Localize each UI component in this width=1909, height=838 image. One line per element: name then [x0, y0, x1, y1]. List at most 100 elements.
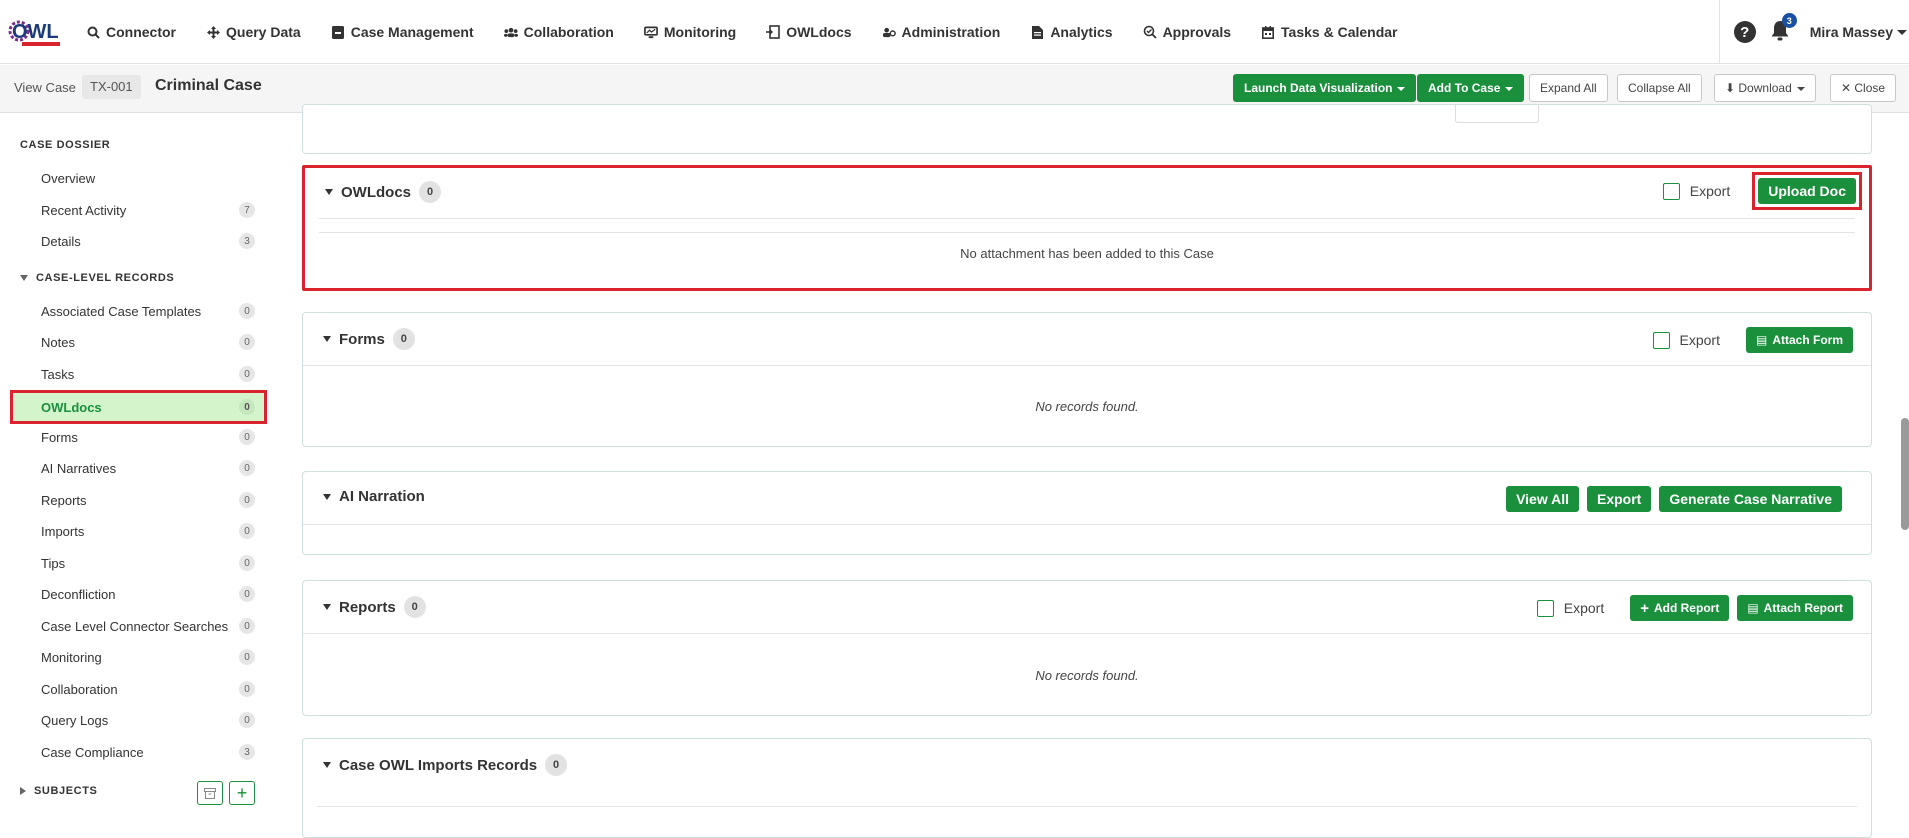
count-badge: 0	[239, 366, 255, 382]
nav-query-data[interactable]: Query Data	[206, 24, 301, 40]
download-icon: ⬇	[1725, 81, 1739, 95]
add-to-case-button[interactable]: Add To Case	[1417, 74, 1525, 102]
attach-form-button[interactable]: ▤ Attach Form	[1745, 327, 1853, 353]
owldocs-actions: Export Upload Doc	[1662, 172, 1862, 210]
case-sidebar: CASE DOSSIER Overview Recent Activity 7 D…	[0, 114, 280, 823]
divider	[319, 218, 1855, 219]
imports-panel: Case OWL Imports Records 0	[302, 738, 1872, 838]
sidebar-item-collaboration[interactable]: Collaboration 0	[10, 674, 267, 704]
owl-logo[interactable]: OWL	[8, 14, 64, 52]
view-all-button[interactable]: View All	[1506, 486, 1579, 512]
sidebar-item-label: Reports	[41, 492, 87, 508]
nav-analytics[interactable]: Analytics	[1030, 24, 1113, 40]
sidebar-item-query-logs[interactable]: Query Logs 0	[10, 705, 267, 735]
sidebar-item-notes[interactable]: Notes 0	[10, 327, 267, 357]
user-menu[interactable]: Mira Massey	[1810, 24, 1893, 40]
monitor-icon	[643, 25, 658, 39]
owldocs-empty-message: No attachment has been added to this Cas…	[960, 246, 1214, 261]
sidebar-item-label: Forms	[41, 429, 78, 445]
collapse-all-button[interactable]: Collapse All	[1617, 74, 1702, 102]
nav-tasks-calendar[interactable]: Tasks & Calendar	[1261, 24, 1398, 40]
nav-administration[interactable]: Administration	[882, 24, 1001, 40]
nav-monitoring[interactable]: Monitoring	[643, 24, 736, 40]
chevron-down-icon	[1397, 86, 1406, 91]
count-badge: 0	[239, 523, 255, 539]
button-label: Add Report	[1653, 601, 1720, 615]
sidebar-item-label: Case Compliance	[41, 744, 144, 760]
bell-icon[interactable]: 3	[1770, 13, 1797, 44]
generate-case-narrative-button[interactable]: Generate Case Narrative	[1659, 486, 1842, 512]
ai-narration-panel-header[interactable]: AI Narration	[323, 488, 425, 505]
nav-label: Administration	[901, 24, 1001, 40]
case-icon	[331, 25, 345, 39]
sidebar-item-label: Imports	[41, 523, 85, 539]
subjects-heading[interactable]: SUBJECTS	[20, 785, 97, 797]
divider	[1718, 0, 1720, 64]
nav-owldocs[interactable]: OWLdocs	[766, 24, 852, 40]
nav-collaboration[interactable]: Collaboration	[503, 24, 614, 40]
nav-label: Case Management	[350, 24, 474, 40]
sidebar-item-details[interactable]: Details 3	[10, 226, 267, 256]
nav-approvals[interactable]: Approvals	[1143, 24, 1231, 40]
upload-doc-button[interactable]: Upload Doc	[1758, 178, 1856, 204]
close-button[interactable]: ✕ Close	[1830, 74, 1897, 102]
launch-data-visualization-button[interactable]: Launch Data Visualization	[1233, 74, 1417, 102]
count-badge: 0	[239, 681, 255, 697]
sidebar-item-tasks[interactable]: Tasks 0	[10, 359, 267, 389]
page-scrollbar[interactable]	[1901, 418, 1909, 530]
sidebar-item-case-compliance[interactable]: Case Compliance 3	[10, 737, 267, 767]
chevron-down-icon[interactable]	[1897, 29, 1907, 35]
sidebar-item-reports[interactable]: Reports 0	[10, 485, 267, 515]
move-icon	[206, 25, 220, 39]
expand-all-button[interactable]: Expand All	[1529, 74, 1608, 102]
count-badge: 0	[239, 586, 255, 602]
case-dossier-heading: CASE DOSSIER	[20, 139, 111, 151]
docs-icon	[766, 25, 780, 39]
attach-report-button[interactable]: ▤ Attach Report	[1737, 595, 1853, 621]
button-label: Add To Case	[1428, 81, 1501, 95]
reports-panel-header[interactable]: Reports 0	[323, 596, 426, 618]
sidebar-item-case-level-connector-searches[interactable]: Case Level Connector Searches 0	[10, 611, 267, 641]
reports-panel: Reports 0 Export + Add Report ▤ Attach Repo…	[302, 580, 1872, 716]
imports-panel-header[interactable]: Case OWL Imports Records 0	[323, 754, 568, 776]
nav-connector[interactable]: Connector	[86, 24, 176, 40]
sidebar-item-recent-activity[interactable]: Recent Activity 7	[10, 195, 267, 225]
sidebar-item-monitoring[interactable]: Monitoring 0	[10, 642, 267, 672]
forms-panel-header[interactable]: Forms 0	[323, 328, 415, 350]
export-button[interactable]: Export	[1587, 486, 1652, 512]
caret-right-icon	[20, 787, 26, 795]
sidebar-item-forms[interactable]: Forms 0	[10, 422, 267, 452]
case-level-records-heading[interactable]: CASE-LEVEL RECORDS	[20, 272, 174, 284]
section-label: CASE-LEVEL RECORDS	[36, 272, 175, 284]
export-checkbox[interactable]	[1652, 331, 1670, 349]
forms-actions: Export ▤ Attach Form	[1652, 327, 1853, 353]
close-icon: ✕	[1841, 81, 1855, 95]
help-icon[interactable]: ?	[1733, 21, 1756, 43]
nav-case-management[interactable]: Case Management	[331, 24, 474, 40]
sidebar-item-deconfliction[interactable]: Deconfliction 0	[10, 579, 267, 609]
add-subject-button[interactable]: +	[229, 781, 255, 805]
divider	[319, 232, 1855, 233]
add-report-button[interactable]: + Add Report	[1630, 595, 1730, 621]
sidebar-item-label: Collaboration	[41, 681, 118, 697]
main-content: OWLdocs 0 Export Upload Doc No attachment…	[302, 104, 1872, 838]
forms-panel: Forms 0 Export ▤ Attach Form No records fo…	[302, 312, 1872, 447]
caret-down-icon	[323, 762, 331, 768]
sidebar-item-imports[interactable]: Imports 0	[10, 516, 267, 546]
attach-subject-button[interactable]	[197, 781, 223, 805]
export-checkbox[interactable]	[1662, 182, 1680, 200]
download-button[interactable]: ⬇ Download	[1714, 74, 1816, 102]
divider	[303, 365, 1871, 366]
nav-label: Connector	[106, 24, 176, 40]
case-title: Criminal Case	[155, 77, 262, 94]
count-badge: 0	[239, 712, 255, 728]
sidebar-item-tips[interactable]: Tips 0	[10, 548, 267, 578]
sidebar-item-overview[interactable]: Overview	[10, 163, 267, 193]
ai-narration-actions: View All Export Generate Case Narrative	[1506, 486, 1842, 512]
sidebar-item-associated-case-templates[interactable]: Associated Case Templates 0	[10, 296, 267, 326]
case-id-badge: TX-001	[82, 75, 141, 99]
export-checkbox[interactable]	[1536, 599, 1554, 617]
sidebar-item-ai-narratives[interactable]: AI Narratives 0	[10, 453, 267, 483]
sidebar-item-owldocs[interactable]: OWLdocs 0	[10, 390, 267, 424]
owldocs-panel-header[interactable]: OWLdocs 0	[325, 181, 441, 203]
